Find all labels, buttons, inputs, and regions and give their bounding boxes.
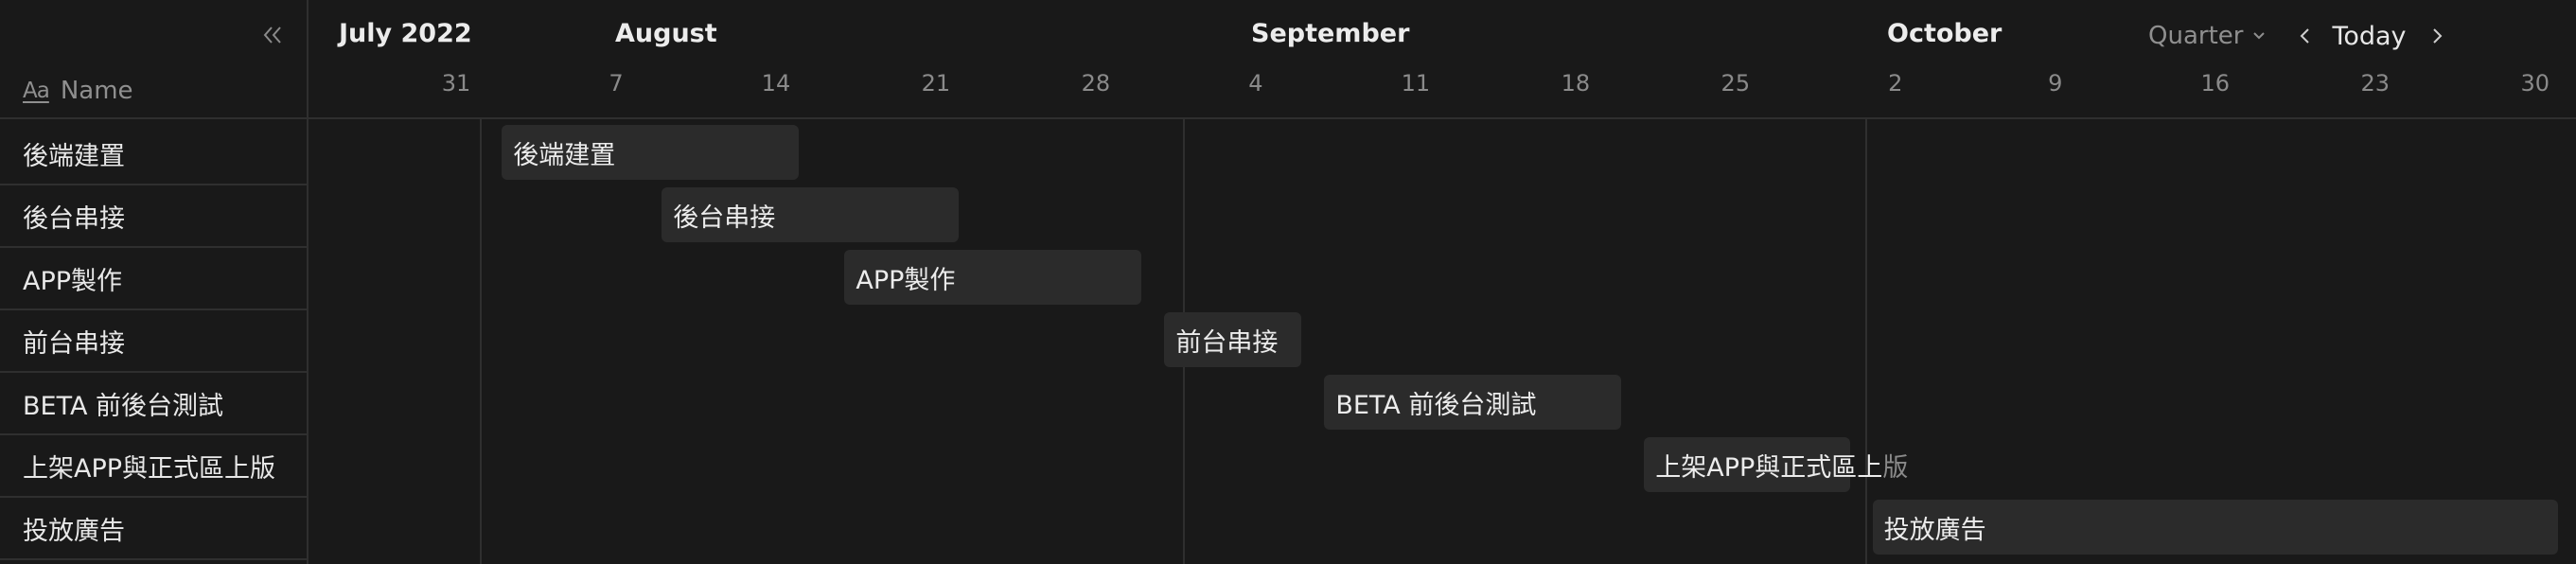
chevron-down-icon	[2253, 32, 2266, 40]
day-label: 16	[2200, 70, 2231, 97]
view-range-select[interactable]: Quarter	[2148, 22, 2267, 50]
row-divider	[0, 558, 309, 560]
row-label[interactable]: 後端建置	[23, 123, 125, 184]
header-divider	[0, 117, 2576, 119]
timeline-bar[interactable]: 上架APP與正式區上版	[1644, 437, 1908, 492]
timeline-view: Aa Name 後端建置 後台串接 APP製作 前台串接 BETA 前後台測試 上架APP…	[0, 0, 2576, 564]
chevron-left-icon	[2301, 28, 2310, 44]
row-label[interactable]: 前台串接	[23, 310, 125, 371]
collapse-sidebar-button[interactable]	[257, 21, 286, 49]
month-divider-line	[1865, 119, 1867, 564]
row-label[interactable]: 後台串接	[23, 185, 125, 246]
timeline-bar-label: BETA 前後台測試	[1335, 390, 1537, 420]
day-label: 18	[1561, 70, 1591, 97]
day-label: 28	[1081, 70, 1111, 97]
day-label: 21	[921, 70, 951, 97]
timeline-bar-label: 後台串接	[673, 203, 776, 233]
day-label: 31	[441, 70, 471, 97]
timeline-controls: Quarter Today	[2148, 17, 2450, 55]
view-range-value: Quarter	[2148, 22, 2244, 50]
day-label: 2	[1888, 70, 1903, 97]
timeline-bar[interactable]: 前台串接	[1164, 312, 1302, 367]
text-property-icon: Aa	[23, 79, 50, 103]
day-label: 14	[761, 70, 791, 97]
day-label: 11	[1401, 70, 1431, 97]
name-column-header[interactable]: Aa Name	[23, 72, 133, 110]
today-button[interactable]: Today	[2332, 22, 2406, 51]
row-label[interactable]: 投放廣告	[23, 498, 125, 558]
timeline-bar-label: 前台串接	[1175, 327, 1279, 358]
timeline-sidebar: Aa Name 後端建置 後台串接 APP製作 前台串接 BETA 前後台測試 上架APP…	[0, 0, 309, 564]
double-chevron-left-icon	[263, 26, 281, 44]
month-label: July 2022	[339, 19, 472, 48]
month-label: August	[615, 19, 717, 48]
previous-period-button[interactable]	[2292, 23, 2319, 49]
timeline-bar[interactable]: BETA 前後台測試	[1324, 375, 1622, 430]
chevron-right-icon	[2432, 28, 2442, 44]
row-label[interactable]: APP製作	[23, 248, 122, 308]
row-label[interactable]: BETA 前後台測試	[23, 373, 223, 433]
day-label: 23	[2360, 70, 2391, 97]
timeline-bar[interactable]: APP製作	[844, 250, 1142, 305]
month-divider-line	[480, 119, 482, 564]
timeline-bar-label: APP製作	[856, 265, 956, 295]
timeline-bar[interactable]: 投放廣告	[1872, 500, 2558, 555]
timeline-bar-label: 上架APP與正式區上	[1655, 452, 1883, 483]
day-label: 9	[2048, 70, 2063, 97]
day-label: 7	[609, 70, 624, 97]
timeline-bar-label-overflow: 版	[1882, 452, 1909, 483]
timeline-bar[interactable]: 後台串接	[662, 187, 960, 242]
timeline-bar-label: 後端建置	[513, 140, 616, 170]
name-column-label: Name	[60, 77, 133, 105]
day-label: 30	[2520, 70, 2550, 97]
day-label: 4	[1248, 70, 1263, 97]
month-label: September	[1251, 19, 1410, 48]
row-label[interactable]: 上架APP與正式區上版	[23, 435, 275, 496]
month-label: October	[1887, 19, 2003, 48]
timeline-bar-label: 投放廣告	[1883, 515, 1986, 545]
next-period-button[interactable]	[2424, 23, 2450, 49]
day-label: 25	[1720, 70, 1751, 97]
timeline-bar[interactable]: 後端建置	[502, 125, 800, 180]
